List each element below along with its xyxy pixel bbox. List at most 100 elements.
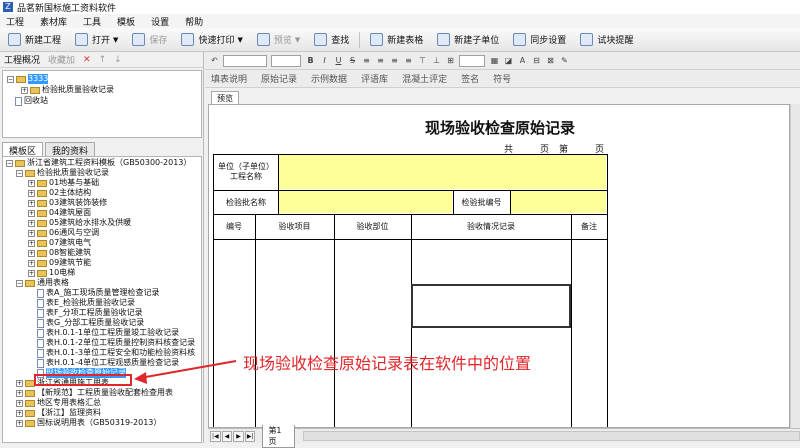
- tree-item[interactable]: 表E_检验批质量验收记录: [37, 298, 135, 308]
- sync-settings-button[interactable]: 同步设置: [509, 30, 570, 50]
- signature-button[interactable]: 签名: [461, 72, 479, 85]
- last-sheet-icon[interactable]: ▶|: [244, 430, 256, 442]
- valign-middle-icon[interactable]: ⊥: [431, 55, 442, 66]
- batch-no-field[interactable]: [511, 191, 606, 213]
- first-sheet-icon[interactable]: |◀: [210, 430, 221, 442]
- font-name-select[interactable]: [223, 54, 267, 67]
- tree-item[interactable]: +09建筑节能: [28, 258, 91, 268]
- add-favorite-button[interactable]: 收藏加: [48, 53, 75, 66]
- tree-item[interactable]: − 通用表格: [16, 278, 69, 288]
- unit-name-field[interactable]: [279, 155, 606, 189]
- open-button[interactable]: 打开 ▼: [71, 30, 122, 50]
- undo-icon[interactable]: ↶: [209, 55, 220, 66]
- tree-item[interactable]: 表H.0.1-1单位工程质量竣工验收记录: [37, 328, 179, 338]
- sample-data-button[interactable]: 示例数据: [311, 72, 347, 85]
- horizontal-scrollbar[interactable]: [302, 431, 800, 441]
- tree-item[interactable]: 表H.0.1-3单位工程安全和功能检验资料核: [37, 348, 195, 358]
- collapse-icon[interactable]: −: [7, 75, 14, 83]
- valign-top-icon[interactable]: ⊤: [417, 55, 428, 66]
- tab-templates[interactable]: 模板区: [2, 142, 44, 157]
- tree-item[interactable]: +10电梯: [28, 268, 75, 278]
- justify-icon[interactable]: ≡: [403, 55, 414, 66]
- vertical-scrollbar[interactable]: [790, 104, 800, 428]
- expand-icon[interactable]: +: [28, 249, 35, 257]
- tree-item[interactable]: 表H.0.1-4单位工程观感质量检查记录: [37, 358, 179, 368]
- new-subunit-button[interactable]: 新建子单位: [433, 30, 503, 50]
- delete-icon[interactable]: ✕: [83, 55, 91, 65]
- align-center-icon[interactable]: ≡: [375, 55, 386, 66]
- tree-item[interactable]: 表G_分部工程质量验收记录: [37, 318, 144, 328]
- original-record-button[interactable]: 原始记录: [261, 72, 297, 85]
- tree-item[interactable]: +01地基与基础: [28, 178, 99, 188]
- align-right-icon[interactable]: ≡: [389, 55, 400, 66]
- tree-item[interactable]: 表H.0.1-2单位工程质量控制资料核查记录: [37, 338, 195, 348]
- save-button[interactable]: 保存: [128, 30, 171, 50]
- dropdown-arrow-icon[interactable]: ▼: [237, 36, 242, 44]
- move-down-icon[interactable]: ↓: [114, 55, 122, 65]
- expand-icon[interactable]: +: [28, 189, 35, 197]
- test-reminder-button[interactable]: 试块提醒: [576, 30, 637, 50]
- underline-icon[interactable]: U: [333, 55, 344, 66]
- tree-item[interactable]: +02主体结构: [28, 188, 91, 198]
- expand-icon[interactable]: +: [28, 209, 35, 217]
- menu-tools[interactable]: 工具: [83, 15, 101, 28]
- tree-item[interactable]: +08智能建筑: [28, 248, 91, 258]
- border-icon[interactable]: ▦: [489, 55, 500, 66]
- tree-item[interactable]: +04建筑屋面: [28, 208, 91, 218]
- comment-library-button[interactable]: 评语库: [361, 72, 388, 85]
- quick-print-button[interactable]: 快速打印 ▼: [177, 30, 246, 50]
- dropdown-arrow-icon[interactable]: ▼: [113, 36, 118, 44]
- project-overview-button[interactable]: 工程概况: [4, 53, 40, 66]
- tree-item[interactable]: +05建筑给水排水及供暖: [28, 218, 131, 228]
- collapse-icon[interactable]: −: [6, 159, 13, 167]
- expand-icon[interactable]: +: [28, 229, 35, 237]
- tree-item-project[interactable]: −3333: [7, 74, 49, 84]
- expand-icon[interactable]: +: [28, 219, 35, 227]
- font-size-select[interactable]: [271, 54, 301, 67]
- tree-item[interactable]: + 【新规范】工程质量验收配套检查用表: [16, 388, 173, 398]
- tree-item-inspection-batch[interactable]: + 检验批质量验收记录: [21, 85, 114, 95]
- align-left-icon[interactable]: ≡: [361, 55, 372, 66]
- tree-item[interactable]: + 国标说明用表（GB50319-2013）: [16, 418, 161, 428]
- tree-item-recycle-bin[interactable]: 回收站: [15, 96, 48, 106]
- menu-settings[interactable]: 设置: [151, 15, 169, 28]
- tree-item[interactable]: − 检验批质量验收记录: [16, 168, 109, 178]
- expand-icon[interactable]: +: [28, 199, 35, 207]
- symbol-button[interactable]: 符号: [493, 72, 511, 85]
- italic-icon[interactable]: I: [319, 55, 330, 66]
- insert-row-icon[interactable]: ⊟: [531, 55, 542, 66]
- new-project-button[interactable]: 新建工程: [4, 30, 65, 50]
- menu-project[interactable]: 工程: [6, 15, 24, 28]
- dropdown-arrow-icon[interactable]: ▼: [295, 36, 300, 44]
- expand-icon[interactable]: +: [28, 269, 35, 277]
- line-style-select[interactable]: [459, 54, 485, 67]
- tab-preview[interactable]: 预览: [211, 91, 239, 105]
- expand-icon[interactable]: +: [16, 389, 23, 397]
- font-color-icon[interactable]: A: [517, 55, 528, 66]
- fill-instructions-button[interactable]: 填表说明: [211, 72, 247, 85]
- move-up-icon[interactable]: ↑: [99, 55, 107, 65]
- active-cell[interactable]: [411, 284, 571, 328]
- next-sheet-icon[interactable]: ▶: [233, 430, 244, 442]
- expand-icon[interactable]: +: [28, 259, 35, 267]
- expand-icon[interactable]: +: [28, 179, 35, 187]
- expand-icon[interactable]: +: [16, 419, 23, 427]
- tree-item[interactable]: + 地区专用表格汇总: [16, 398, 101, 408]
- format-brush-icon[interactable]: ✎: [559, 55, 570, 66]
- expand-icon[interactable]: +: [28, 239, 35, 247]
- menu-template[interactable]: 模板: [117, 15, 135, 28]
- tree-item[interactable]: +03建筑装饰装修: [28, 198, 107, 208]
- sheet-tab[interactable]: 第1页: [262, 424, 295, 448]
- tree-item[interactable]: − 浙江省建筑工程资料模板（GB50300-2013）: [6, 158, 191, 168]
- tree-item[interactable]: +07建筑电气: [28, 238, 91, 248]
- menu-help[interactable]: 帮助: [185, 15, 203, 28]
- tree-item[interactable]: 表F_分项工程质量验收记录: [37, 308, 143, 318]
- tab-my-documents[interactable]: 我的资料: [45, 142, 96, 157]
- tree-item[interactable]: +06通风与空调: [28, 228, 99, 238]
- bold-icon[interactable]: B: [305, 55, 316, 66]
- new-table-button[interactable]: 新建表格: [366, 30, 427, 50]
- merge-icon[interactable]: ⊞: [445, 55, 456, 66]
- expand-icon[interactable]: +: [16, 399, 23, 407]
- expand-icon[interactable]: +: [16, 409, 23, 417]
- expand-icon[interactable]: +: [21, 86, 28, 94]
